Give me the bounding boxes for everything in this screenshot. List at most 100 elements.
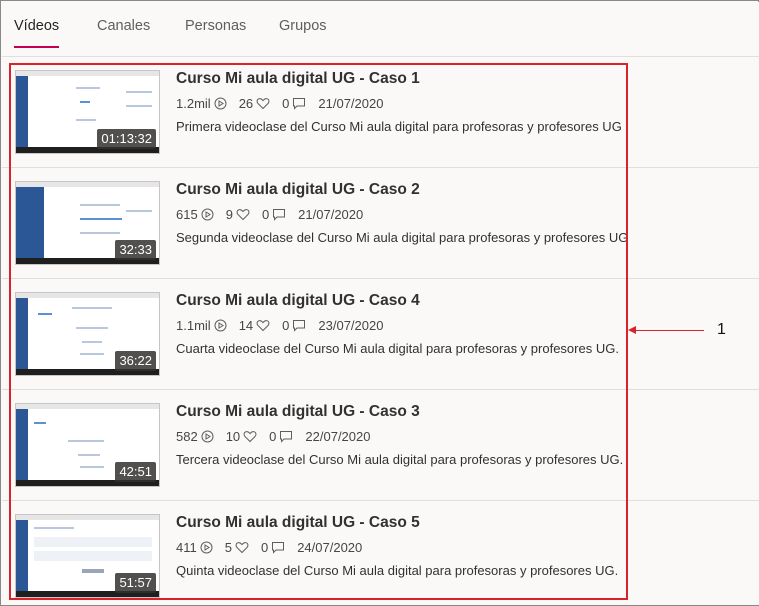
play-circle-icon xyxy=(214,319,227,332)
thumbnail-browser-bar xyxy=(16,404,159,409)
tab-bar: Vídeos Canales Personas Grupos xyxy=(2,2,759,57)
comment-icon xyxy=(273,209,286,221)
heart-icon xyxy=(235,542,249,554)
video-row[interactable]: 51:57 Curso Mi aula digital UG - Caso 5 … xyxy=(2,501,759,606)
video-stats: 582 10 0 22/07/2020 xyxy=(176,429,382,444)
play-circle-icon xyxy=(201,430,214,443)
video-description: Primera videoclase del Curso Mi aula dig… xyxy=(176,119,622,134)
likes-count: 10 xyxy=(226,429,257,444)
video-title[interactable]: Curso Mi aula digital UG - Caso 5 xyxy=(176,514,420,532)
tab-personas[interactable]: Personas xyxy=(185,18,246,48)
video-title[interactable]: Curso Mi aula digital UG - Caso 1 xyxy=(176,70,420,88)
heart-icon xyxy=(256,320,270,332)
thumbnail-line xyxy=(76,119,96,121)
thumbnail-line xyxy=(82,341,102,343)
thumbnail-line xyxy=(38,313,52,315)
video-description: Tercera videoclase del Curso Mi aula dig… xyxy=(176,452,624,467)
thumbnail-line xyxy=(126,91,152,93)
video-thumbnail[interactable]: 51:57 xyxy=(15,514,160,598)
thumbnail-line xyxy=(78,454,100,456)
thumbnail-sidebar xyxy=(16,187,44,258)
views-count: 1.1mil xyxy=(176,318,227,333)
video-thumbnail[interactable]: 36:22 xyxy=(15,292,160,376)
video-stats: 615 9 0 21/07/2020 xyxy=(176,207,375,222)
duration-badge: 32:33 xyxy=(115,240,156,260)
video-stats: 411 5 0 24/07/2020 xyxy=(176,540,374,555)
annotation-arrow-icon xyxy=(628,326,636,334)
video-thumbnail[interactable]: 32:33 xyxy=(15,181,160,265)
annotation-arrow-line xyxy=(632,330,704,331)
upload-date: 22/07/2020 xyxy=(305,429,371,444)
video-description: Quinta videoclase del Curso Mi aula digi… xyxy=(176,563,619,578)
likes-count: 5 xyxy=(225,540,249,555)
views-count: 615 xyxy=(176,207,214,222)
video-thumbnail[interactable]: 42:51 xyxy=(15,403,160,487)
annotation-callout-number: 1 xyxy=(717,321,726,338)
views-count: 1.2mil xyxy=(176,96,227,111)
likes-count: 14 xyxy=(239,318,270,333)
video-description: Segunda videoclase del Curso Mi aula dig… xyxy=(176,230,629,245)
comments-count: 0 xyxy=(269,429,293,444)
thumbnail-line xyxy=(82,569,104,573)
views-count: 411 xyxy=(176,540,213,555)
tab-grupos[interactable]: Grupos xyxy=(279,18,327,48)
play-circle-icon xyxy=(200,541,213,554)
thumbnail-line xyxy=(76,87,100,89)
tab-canales[interactable]: Canales xyxy=(97,18,150,48)
video-title[interactable]: Curso Mi aula digital UG - Caso 4 xyxy=(176,292,420,310)
video-row[interactable]: 01:13:32 Curso Mi aula digital UG - Caso… xyxy=(2,57,759,168)
thumbnail-sidebar xyxy=(16,76,28,147)
play-circle-icon xyxy=(214,97,227,110)
thumbnail-panel xyxy=(34,551,152,561)
thumbnail-line xyxy=(80,101,90,103)
duration-badge: 51:57 xyxy=(115,573,156,593)
heart-icon xyxy=(256,98,270,110)
thumbnail-sidebar xyxy=(16,409,28,480)
duration-badge: 36:22 xyxy=(115,351,156,371)
thumbnail-line xyxy=(126,210,152,212)
thumbnail-line xyxy=(126,105,152,107)
comments-count: 0 xyxy=(282,318,306,333)
thumbnail-browser-bar xyxy=(16,515,159,520)
heart-icon xyxy=(243,431,257,443)
video-title[interactable]: Curso Mi aula digital UG - Caso 3 xyxy=(176,403,420,421)
thumbnail-line xyxy=(34,422,46,424)
thumbnail-browser-bar xyxy=(16,71,159,76)
video-list: 01:13:32 Curso Mi aula digital UG - Caso… xyxy=(2,57,759,605)
comments-count: 0 xyxy=(282,96,306,111)
play-circle-icon xyxy=(201,208,214,221)
comment-icon xyxy=(272,542,285,554)
upload-date: 21/07/2020 xyxy=(298,207,364,222)
video-stats: 1.2mil 26 0 21/07/2020 xyxy=(176,96,395,111)
video-title[interactable]: Curso Mi aula digital UG - Caso 2 xyxy=(176,181,420,199)
comments-count: 0 xyxy=(261,540,285,555)
heart-icon xyxy=(236,209,250,221)
duration-badge: 01:13:32 xyxy=(97,129,156,149)
likes-count: 26 xyxy=(239,96,270,111)
thumbnail-line xyxy=(80,353,104,355)
video-thumbnail[interactable]: 01:13:32 xyxy=(15,70,160,154)
thumbnail-line xyxy=(80,232,120,234)
thumbnail-browser-bar xyxy=(16,293,159,298)
video-row[interactable]: 42:51 Curso Mi aula digital UG - Caso 3 … xyxy=(2,390,759,501)
video-row[interactable]: 32:33 Curso Mi aula digital UG - Caso 2 … xyxy=(2,168,759,279)
video-row[interactable]: 36:22 Curso Mi aula digital UG - Caso 4 … xyxy=(2,279,759,390)
tab-videos[interactable]: Vídeos xyxy=(14,18,60,48)
thumbnail-line xyxy=(80,218,122,220)
thumbnail-line xyxy=(76,327,108,329)
thumbnail-line xyxy=(34,527,74,529)
comment-icon xyxy=(293,98,306,110)
video-description: Cuarta videoclase del Curso Mi aula digi… xyxy=(176,341,619,356)
thumbnail-line xyxy=(68,440,104,442)
thumbnail-line xyxy=(80,466,104,468)
comment-icon xyxy=(280,431,293,443)
comment-icon xyxy=(293,320,306,332)
thumbnail-sidebar xyxy=(16,298,28,369)
duration-badge: 42:51 xyxy=(115,462,156,482)
comments-count: 0 xyxy=(262,207,286,222)
thumbnail-line xyxy=(72,307,112,309)
likes-count: 9 xyxy=(226,207,250,222)
thumbnail-sidebar xyxy=(16,520,28,591)
thumbnail-line xyxy=(80,204,120,206)
upload-date: 23/07/2020 xyxy=(318,318,384,333)
